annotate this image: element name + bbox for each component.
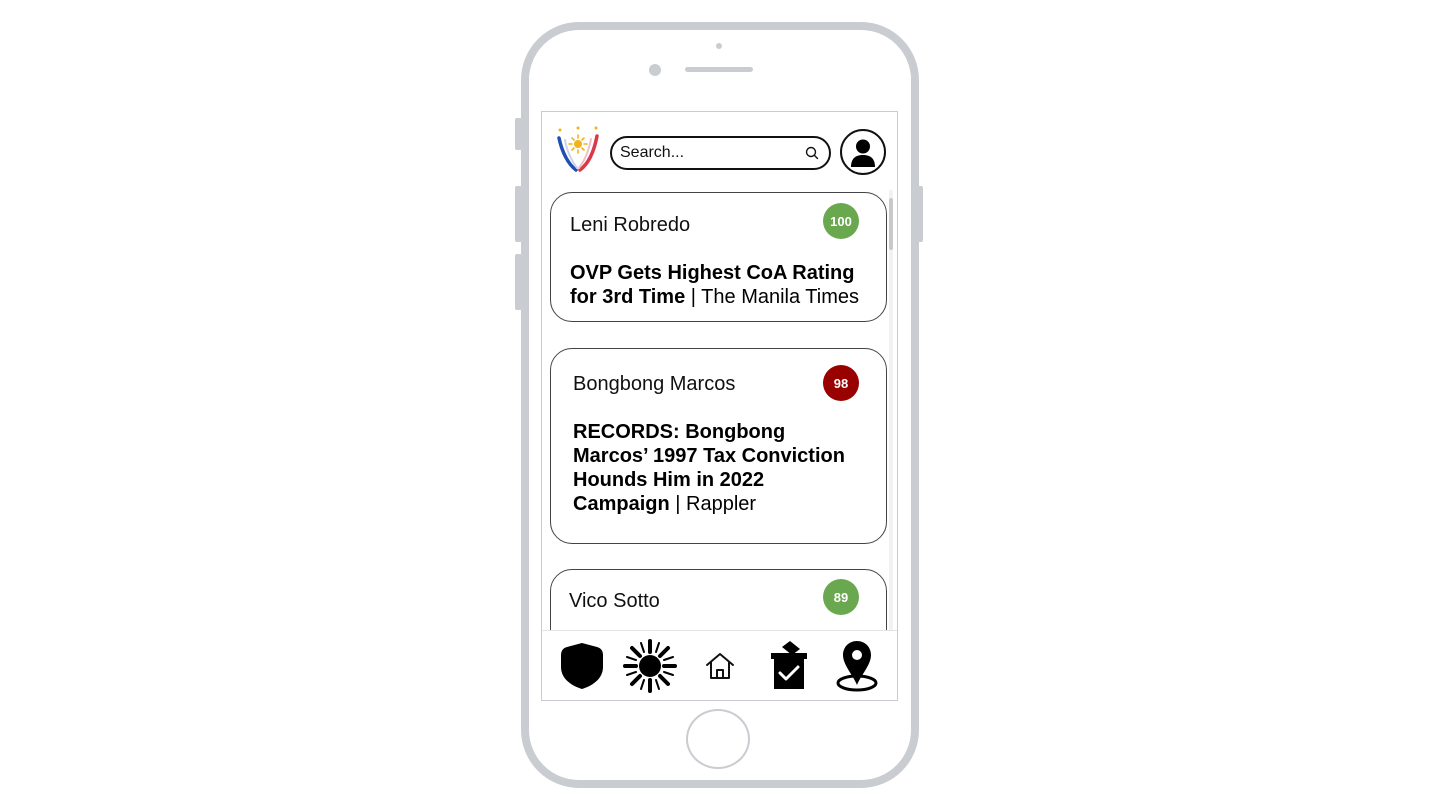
nav-home[interactable] [693, 639, 747, 693]
news-source: Rappler [686, 493, 757, 515]
location-pin-icon [836, 641, 878, 692]
candidate-name: Leni Robredo [570, 214, 691, 236]
home-icon [706, 653, 734, 679]
shield-icon [561, 643, 603, 689]
nav-shield[interactable] [555, 639, 609, 693]
nav-location[interactable] [830, 639, 884, 693]
news-headline[interactable]: RECORDS: Bongbong Marcos’ 1997 Tax Convi… [573, 420, 863, 516]
headline-separator: | [685, 286, 702, 308]
profile-button[interactable] [840, 129, 886, 175]
search-input[interactable] [620, 143, 800, 163]
phone-speaker [685, 67, 753, 72]
phone-home-button[interactable] [686, 709, 750, 769]
news-source: The Manila Times [701, 286, 860, 308]
candidate-name: Vico Sotto [569, 590, 660, 612]
search-bar[interactable] [610, 136, 831, 170]
search-icon[interactable] [805, 146, 819, 160]
nav-vote[interactable] [762, 639, 816, 693]
nav-sun[interactable] [623, 639, 677, 693]
bottom-nav [542, 630, 897, 700]
sun-icon [623, 639, 677, 693]
phone-sensor [716, 43, 722, 49]
phone-camera [649, 64, 661, 76]
news-card[interactable]: Leni Robredo 100 OVP Gets Highest CoA Ra… [550, 192, 887, 322]
scrollbar-track[interactable] [889, 190, 893, 630]
app-screen: Leni Robredo 100 OVP Gets Highest CoA Ra… [541, 111, 898, 701]
headline-separator: | [669, 493, 686, 515]
news-card[interactable]: Bongbong Marcos 98 RECORDS: Bongbong Mar… [550, 348, 887, 544]
news-headline[interactable]: OVP Gets Highest CoA Rating for 3rd Time… [570, 261, 870, 309]
score-badge: 98 [823, 365, 859, 401]
ballot-box-icon [771, 641, 807, 689]
score-badge: 89 [823, 579, 859, 615]
score-badge: 100 [823, 203, 859, 239]
news-feed: Leni Robredo 100 OVP Gets Highest CoA Ra… [542, 190, 897, 630]
candidate-name: Bongbong Marcos [573, 373, 736, 395]
app-logo-icon[interactable] [556, 124, 602, 174]
scrollbar-thumb[interactable] [889, 198, 893, 250]
user-icon [851, 139, 875, 167]
news-card[interactable]: Vico Sotto 89 [550, 569, 887, 630]
